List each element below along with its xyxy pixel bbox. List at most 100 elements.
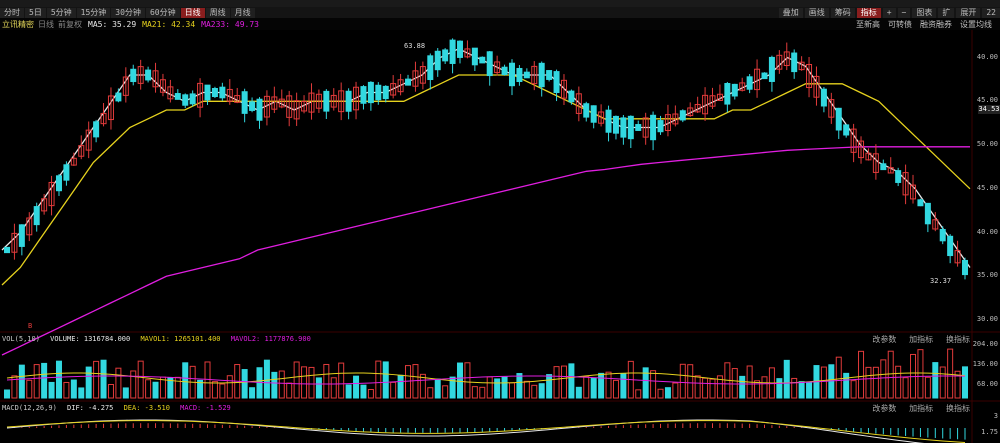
volume-bar: [315, 377, 322, 399]
price-axis-label: 40.00: [976, 227, 998, 236]
volume-bar: [145, 379, 152, 399]
candle-body: [427, 55, 434, 81]
volume-bar: [293, 361, 300, 399]
vol-switch-indicator[interactable]: 换指标: [946, 335, 970, 344]
price-axis-label: 30.00: [976, 315, 998, 323]
macd-add-indicator[interactable]: 加指标: [909, 404, 933, 413]
vol-axis-low: 68.00: [976, 380, 998, 388]
volume-bar: [137, 360, 144, 399]
current-price-tag: 34.53: [978, 105, 1000, 114]
volume-bar: [338, 362, 345, 399]
macd-pane-links: 改参数 加指标 换指标: [864, 403, 970, 414]
candle-body: [880, 163, 887, 171]
candle-body: [924, 202, 931, 225]
volume-bar: [657, 388, 664, 399]
candle-body: [731, 83, 738, 97]
volume-bar: [486, 376, 493, 399]
kline-chart[interactable]: [0, 0, 1000, 443]
volume-bar: [494, 378, 501, 399]
vol-edit-params[interactable]: 改参数: [872, 335, 896, 344]
macd-readout: MACD: -1.529: [180, 404, 231, 412]
volume-bar: [598, 372, 605, 399]
volume-bar: [531, 384, 538, 399]
vol-indicator-name[interactable]: VOL(5,10): [2, 335, 40, 343]
candle-body: [583, 103, 590, 118]
volume-bar: [635, 389, 642, 399]
volume-bar: [345, 384, 352, 399]
volume-bar: [924, 376, 931, 399]
volume-bar: [687, 364, 694, 399]
volume-bar: [182, 362, 189, 399]
dif-readout: DIF: -4.275: [67, 404, 114, 412]
volume-bar: [219, 383, 226, 399]
vol-add-indicator[interactable]: 加指标: [909, 335, 933, 344]
candle-body: [442, 49, 449, 62]
volume-bar: [434, 378, 441, 399]
volume-bar: [739, 375, 746, 399]
candle-body: [63, 164, 70, 181]
volume-bar: [702, 377, 709, 399]
volume-bar: [523, 380, 530, 399]
candle-body: [249, 101, 256, 111]
candle-body: [211, 88, 218, 97]
candle-body: [323, 90, 330, 112]
volume-bar: [709, 378, 716, 399]
candle-body: [679, 110, 686, 121]
volume-bar: [382, 361, 389, 399]
candle-body: [538, 62, 545, 88]
candle-body: [917, 199, 924, 207]
candle-body: [189, 93, 196, 105]
volume-bar: [427, 387, 434, 399]
volume-bar: [843, 372, 850, 399]
volume-bar: [241, 369, 248, 399]
volume-bar: [605, 371, 612, 399]
candle-body: [33, 206, 40, 226]
volume-bar: [18, 364, 25, 399]
volume-bar: [887, 350, 894, 399]
candle-body: [546, 70, 553, 80]
volume-bar: [575, 386, 582, 399]
volume-bar: [560, 365, 567, 399]
volume-bar: [754, 380, 761, 399]
candle-body: [508, 62, 515, 87]
candle-body: [382, 85, 389, 100]
volume-bar: [791, 377, 798, 399]
volume-bar: [375, 360, 382, 399]
volume-bar: [858, 350, 865, 399]
volume-bar: [731, 368, 738, 399]
volume-bar: [694, 375, 701, 399]
volume-bar: [48, 381, 55, 399]
macd-edit-params[interactable]: 改参数: [872, 404, 896, 413]
series-line-ma21: [1, 74, 971, 286]
price-axis-label: 50.00: [976, 140, 998, 148]
volume-bar: [880, 359, 887, 399]
dif-line: [6, 419, 925, 443]
volume-bar: [568, 363, 575, 399]
bottom-marker: B: [28, 322, 33, 330]
candle-body: [895, 170, 902, 183]
candle-body: [367, 81, 374, 104]
candle-body: [820, 88, 827, 107]
volume-bar: [590, 377, 597, 399]
volume-bar: [939, 366, 946, 399]
candle-body: [256, 98, 263, 121]
candle-body: [523, 71, 530, 79]
volume-bar: [122, 387, 129, 399]
macd-switch-indicator[interactable]: 换指标: [946, 404, 970, 413]
volume-bar: [107, 384, 114, 399]
macd-axis-low: 1.75: [981, 428, 998, 436]
volume-bar: [516, 373, 523, 399]
candle-body: [627, 115, 634, 140]
volume-readout: VOLUME: 1316784.000: [50, 335, 131, 343]
candle-body: [360, 86, 367, 104]
volume-bar: [479, 386, 486, 399]
volume-bar: [620, 373, 627, 399]
volume-bar: [353, 375, 360, 399]
volume-bar: [783, 359, 790, 399]
volume-bar: [263, 359, 270, 399]
macd-indicator-name[interactable]: MACD(12,26,9): [2, 404, 57, 412]
volume-bar: [308, 366, 315, 399]
volume-bar: [612, 379, 619, 399]
candle-body: [553, 71, 560, 94]
volume-bar: [397, 374, 404, 399]
